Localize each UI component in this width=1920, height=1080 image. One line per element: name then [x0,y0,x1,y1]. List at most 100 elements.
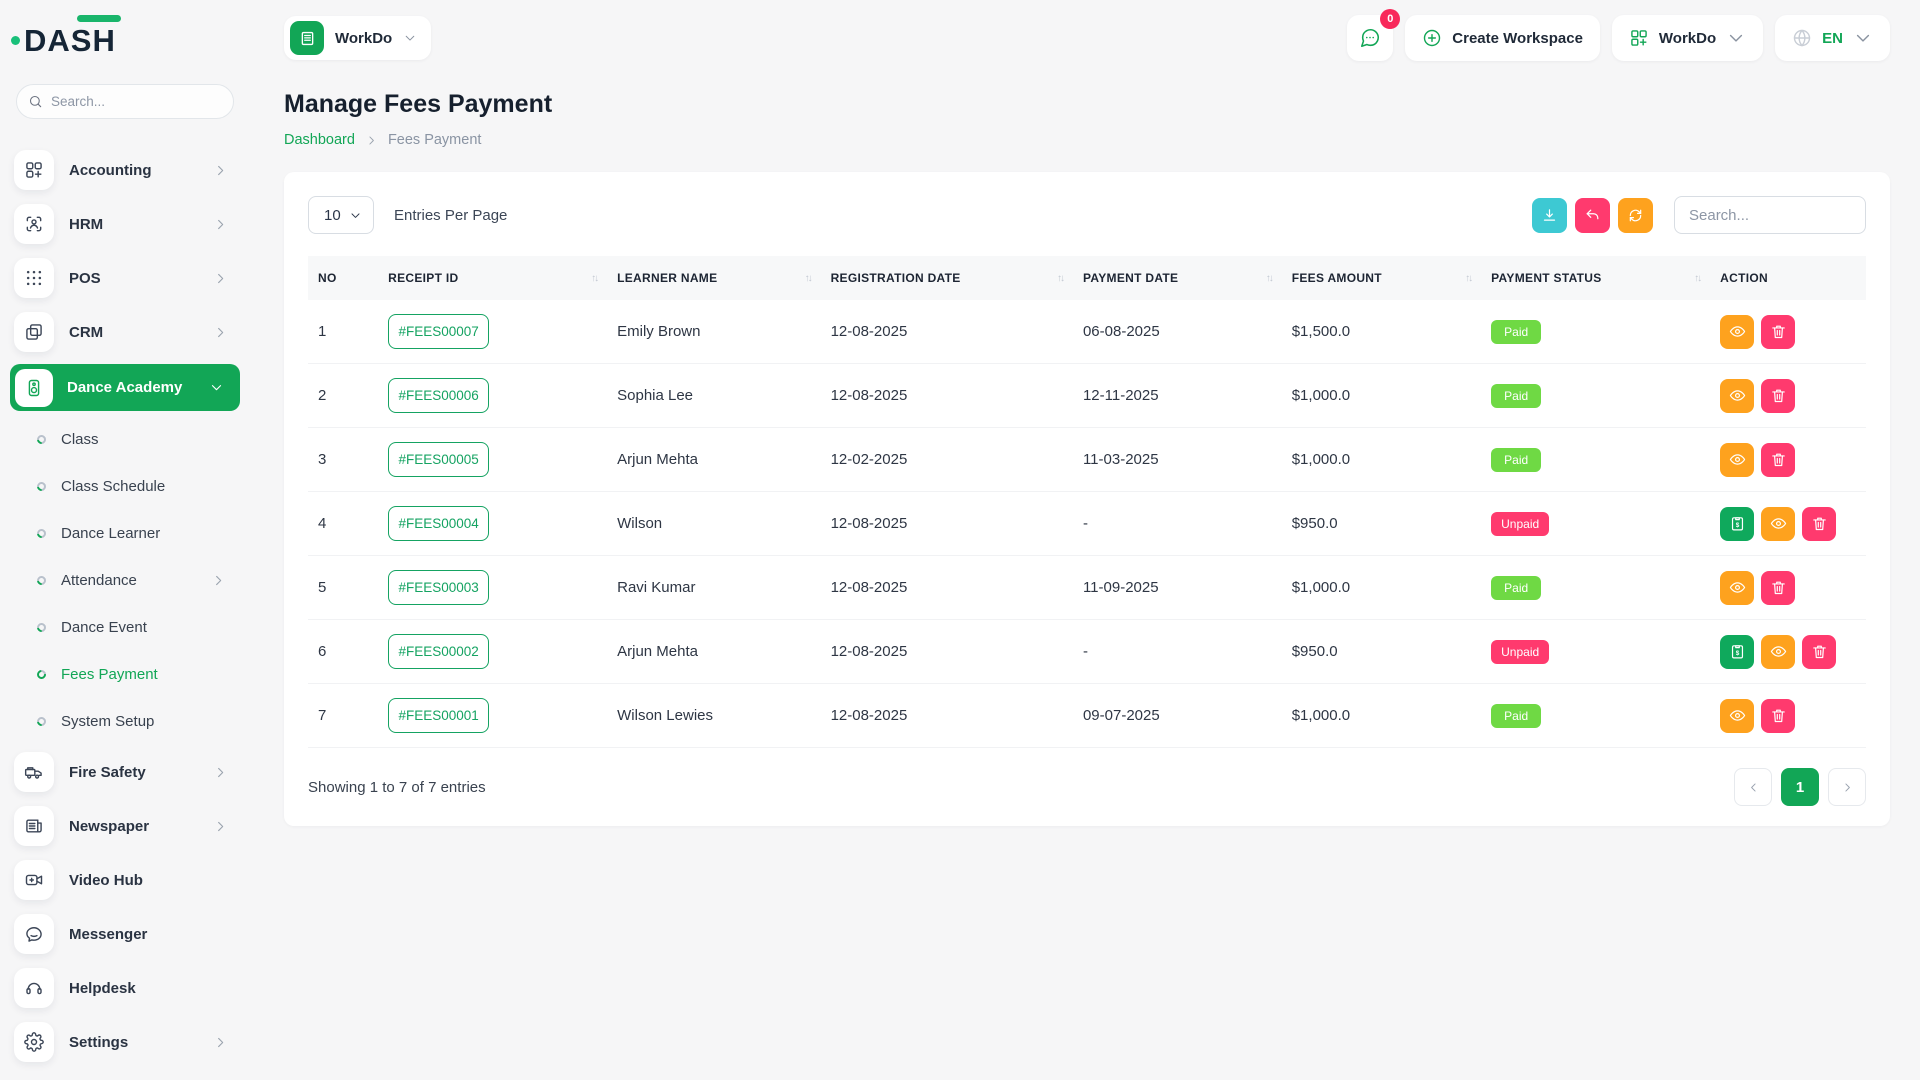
messages-button[interactable]: 0 [1347,15,1393,61]
column-header-payment-status[interactable]: PAYMENT STATUS↑↓ [1481,256,1710,300]
breadcrumb-dashboard-link[interactable]: Dashboard [284,132,355,148]
column-header-label: PAYMENT DATE [1083,271,1178,285]
icon-card [14,1022,54,1062]
sidebar-subitem-attendance[interactable]: Attendance [0,557,250,604]
column-header-fees-amount[interactable]: FEES AMOUNT↑↓ [1282,256,1481,300]
cell-receipt-id: #FEES00002 [378,620,607,684]
accounting-icon [24,160,44,180]
sort-icon[interactable]: ↑↓ [805,273,811,284]
delete-button[interactable] [1802,507,1836,541]
bullet-icon [35,574,48,587]
payment-status-badge: Paid [1491,576,1541,600]
page-title: Manage Fees Payment [284,90,1890,119]
entries-per-page-select[interactable]: 10 [308,196,374,234]
topbar-actions: 0 Create Workspace WorkDo EN [1347,15,1890,61]
cell-action [1710,364,1866,428]
dance-academy-icon [24,378,44,398]
prev-page-button[interactable] [1734,768,1772,806]
receipt-id-link[interactable]: #FEES00004 [388,506,489,541]
column-header-learner-name[interactable]: LEARNER NAME↑↓ [607,256,820,300]
table-row: 2#FEES00006Sophia Lee12-08-202512-11-202… [308,364,1866,428]
sidebar-item-helpdesk[interactable]: Helpdesk [0,961,250,1015]
export-button[interactable] [1532,198,1567,233]
cell-action: $ [1710,620,1866,684]
receipt-id-link[interactable]: #FEES00003 [388,570,489,605]
plus-circle-icon [1422,28,1442,48]
delete-button[interactable] [1761,315,1795,349]
receipt-id-link[interactable]: #FEES00006 [388,378,489,413]
sidebar-item-settings[interactable]: Settings [0,1015,250,1069]
sort-icon[interactable]: ↑↓ [1465,273,1471,284]
view-button[interactable] [1720,379,1754,413]
cell-payment-status: Paid [1481,684,1710,748]
view-button[interactable] [1761,507,1795,541]
delete-button[interactable] [1802,635,1836,669]
sidebar-item-dance-academy[interactable]: Dance Academy [10,364,240,411]
sidebar-item-messenger[interactable]: Messenger [0,907,250,961]
sort-icon[interactable]: ↑↓ [1266,273,1272,284]
sidebar-subitem-class-schedule[interactable]: Class Schedule [0,463,250,510]
delete-button[interactable] [1761,443,1795,477]
sidebar-subitem-label: Attendance [61,572,196,589]
sidebar-item-accounting[interactable]: Accounting [0,143,250,197]
sidebar-item-hrm[interactable]: HRM [0,197,250,251]
receipt-id-link[interactable]: #FEES00005 [388,442,489,477]
next-page-button[interactable] [1828,768,1866,806]
breadcrumb-current: Fees Payment [388,132,482,148]
column-header-registration-date[interactable]: REGISTRATION DATE↑↓ [821,256,1073,300]
sidebar-subitem-class[interactable]: Class [0,416,250,463]
sort-icon[interactable]: ↑↓ [591,273,597,284]
cell-fees-amount: $1,000.0 [1282,364,1481,428]
eye-icon [1729,451,1746,468]
sidebar-item-crm[interactable]: CRM [0,305,250,359]
receipt-id-link[interactable]: #FEES00001 [388,698,489,733]
eye-icon [1770,515,1787,532]
crm-icon [24,322,44,342]
brand-logo[interactable]: DASH [0,20,250,62]
column-header-payment-date[interactable]: PAYMENT DATE ↑↓ [1073,256,1282,300]
payment-status-badge: Unpaid [1491,512,1549,536]
table-search-input[interactable] [1674,196,1866,234]
column-header-no: NO [308,256,378,300]
cell-payment-status: Unpaid [1481,620,1710,684]
delete-button[interactable] [1761,699,1795,733]
sidebar-subitem-fees-payment[interactable]: Fees Payment [0,651,250,698]
pay-invoice-button[interactable]: $ [1720,507,1754,541]
receipt-id-link[interactable]: #FEES00002 [388,634,489,669]
back-button[interactable] [1575,198,1610,233]
cell-action [1710,556,1866,620]
newspaper-icon [24,816,44,836]
view-button[interactable] [1720,571,1754,605]
sidebar-item-newspaper[interactable]: Newspaper [0,799,250,853]
refresh-button[interactable] [1618,198,1653,233]
view-button[interactable] [1720,699,1754,733]
workdo-menu-button[interactable]: WorkDo [1612,15,1763,61]
delete-button[interactable] [1761,571,1795,605]
language-selector[interactable]: EN [1775,15,1890,61]
pay-invoice-button[interactable]: $ [1720,635,1754,669]
create-workspace-button[interactable]: Create Workspace [1405,15,1600,61]
eye-icon [1729,323,1746,340]
sidebar-item-pos[interactable]: POS [0,251,250,305]
sort-icon[interactable]: ↑↓ [1057,273,1063,284]
sidebar-item-fire-safety[interactable]: Fire Safety [0,745,250,799]
view-button[interactable] [1761,635,1795,669]
delete-button[interactable] [1761,379,1795,413]
view-button[interactable] [1720,443,1754,477]
eye-icon [1729,579,1746,596]
page-1-button[interactable]: 1 [1781,768,1819,806]
sidebar-item-video-hub[interactable]: Video Hub [0,853,250,907]
sidebar-item-label: Settings [69,1034,198,1051]
sidebar-subitem-dance-event[interactable]: Dance Event [0,604,250,651]
sidebar-search-input[interactable] [16,84,234,119]
sidebar-subitem-dance-learner[interactable]: Dance Learner [0,510,250,557]
column-header-receipt-id[interactable]: RECEIPT ID↑↓ [378,256,607,300]
column-header-action: ACTION [1710,256,1866,300]
cell-fees-amount: $1,000.0 [1282,428,1481,492]
receipt-id-link[interactable]: #FEES00007 [388,314,489,349]
sidebar-subitem-system-setup[interactable]: System Setup [0,698,250,745]
cell-action [1710,684,1866,748]
workspace-switcher[interactable]: WorkDo [284,16,431,60]
sort-icon[interactable]: ↑↓ [1694,273,1700,284]
view-button[interactable] [1720,315,1754,349]
